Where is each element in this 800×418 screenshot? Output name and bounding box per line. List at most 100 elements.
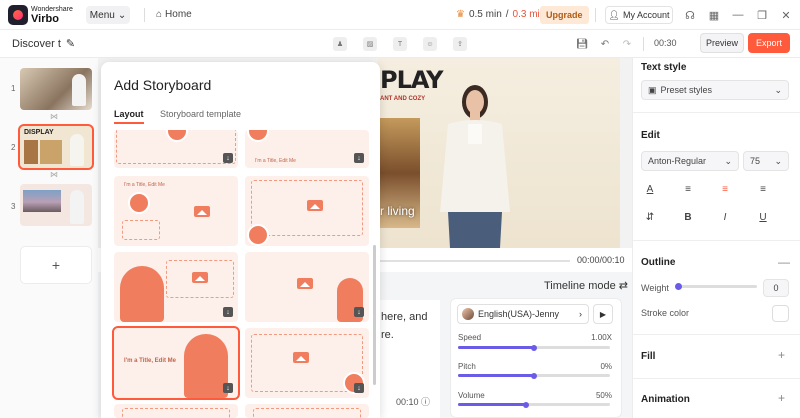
align-center-icon[interactable]: ≡ bbox=[718, 182, 732, 196]
voice-play-button[interactable]: ▶ bbox=[593, 304, 613, 324]
layout-card[interactable]: ↓ bbox=[114, 252, 238, 322]
avatar-tool-icon[interactable]: ♟ bbox=[333, 37, 347, 51]
pitch-label: Pitch bbox=[458, 362, 476, 371]
download-icon[interactable]: ↓ bbox=[354, 383, 364, 393]
script-text[interactable]: here, and re. bbox=[381, 308, 427, 344]
font-size-dropdown[interactable]: 75 ⌄ bbox=[743, 151, 789, 171]
card-title-text: I'm a Title, Edit Me bbox=[124, 182, 165, 188]
close-icon[interactable]: ✕ bbox=[779, 8, 793, 22]
download-icon[interactable]: ↓ bbox=[354, 153, 364, 163]
menu-button[interactable]: Menu ⌄ bbox=[86, 6, 130, 24]
layout-card[interactable] bbox=[245, 176, 369, 246]
quota-separator: / bbox=[505, 9, 509, 20]
help-icon[interactable]: ⓘ bbox=[421, 397, 430, 407]
fill-heading: Fill bbox=[641, 351, 656, 362]
scene-list bbox=[0, 58, 98, 418]
minimize-icon[interactable]: — bbox=[731, 8, 745, 22]
document-title-text: Discover t bbox=[12, 37, 61, 50]
weight-input[interactable]: 0 bbox=[763, 279, 789, 297]
quota-used: 0.5 min bbox=[468, 9, 502, 20]
voice-selector[interactable]: English(USA)-Jenny › bbox=[457, 304, 589, 324]
tab-layout[interactable]: Layout bbox=[114, 109, 144, 119]
layout-card[interactable] bbox=[245, 404, 369, 418]
divider bbox=[632, 112, 800, 113]
speed-label: Speed bbox=[458, 333, 482, 342]
upload-tool-icon[interactable]: ⇪ bbox=[453, 37, 467, 51]
bold-icon[interactable]: B bbox=[681, 210, 695, 224]
transition-icon[interactable]: ⋈ bbox=[50, 170, 58, 179]
weight-knob[interactable] bbox=[675, 283, 682, 290]
download-icon[interactable]: ↓ bbox=[354, 307, 364, 317]
weight-value: 0 bbox=[773, 283, 779, 293]
collapse-icon[interactable]: — bbox=[778, 255, 790, 269]
restore-icon[interactable]: ❐ bbox=[755, 8, 769, 22]
volume-knob[interactable] bbox=[523, 401, 530, 408]
script-duration: 00:10 ⓘ bbox=[396, 395, 430, 408]
playback-progress[interactable] bbox=[380, 260, 570, 262]
brand-name: Virbo bbox=[31, 13, 59, 25]
undo-icon[interactable]: ↶ bbox=[598, 37, 612, 51]
expand-plus-icon[interactable]: + bbox=[778, 348, 785, 362]
layout-card[interactable]: ↓ bbox=[114, 130, 238, 168]
font-family-dropdown[interactable]: Anton-Regular ⌄ bbox=[641, 151, 739, 171]
redo-icon[interactable]: ↷ bbox=[620, 37, 634, 51]
pitch-knob[interactable] bbox=[531, 372, 537, 379]
speed-knob[interactable] bbox=[531, 344, 537, 351]
save-icon[interactable]: 💾︎ bbox=[575, 37, 589, 51]
line-spacing-icon[interactable]: ⇵ bbox=[643, 210, 657, 224]
preset-styles-dropdown[interactable]: ▣ Preset styles ⌄ bbox=[641, 80, 789, 100]
headset-icon[interactable]: ☊ bbox=[683, 8, 697, 22]
sticker-tool-icon[interactable]: ☺ bbox=[423, 37, 437, 51]
my-account-button[interactable]: 👤︎ My Account bbox=[605, 6, 673, 24]
divider bbox=[643, 37, 644, 51]
scene-thumbnail-1[interactable] bbox=[20, 68, 92, 110]
download-icon[interactable]: ↓ bbox=[223, 153, 233, 163]
document-title[interactable]: Discover t ✎ bbox=[12, 37, 75, 51]
italic-icon[interactable]: I bbox=[718, 210, 732, 224]
active-tab-indicator bbox=[114, 122, 144, 124]
scene-thumbnail-2[interactable]: DISPLAY bbox=[18, 124, 94, 170]
stage-caption[interactable]: r living bbox=[380, 204, 415, 218]
upgrade-button[interactable]: Upgrade bbox=[540, 6, 589, 24]
chevron-down-icon: ⌄ bbox=[724, 155, 732, 166]
underline-icon[interactable]: U bbox=[756, 210, 770, 224]
edit-icon[interactable]: ✎ bbox=[66, 37, 75, 50]
stroke-color-label: Stroke color bbox=[641, 308, 690, 318]
download-icon[interactable]: ↓ bbox=[223, 307, 233, 317]
pitch-slider[interactable] bbox=[458, 372, 610, 379]
add-scene-button[interactable]: + bbox=[20, 246, 92, 284]
align-right-icon[interactable]: ≡ bbox=[756, 182, 770, 196]
chevron-down-icon: ⌄ bbox=[774, 155, 782, 166]
dialog-scrollbar[interactable] bbox=[373, 245, 376, 385]
font-color-icon[interactable]: A bbox=[643, 182, 657, 196]
weight-label: Weight bbox=[641, 283, 669, 293]
align-left-icon[interactable]: ≡ bbox=[681, 182, 695, 196]
transition-icon[interactable]: ⋈ bbox=[50, 112, 58, 121]
export-button[interactable]: Export bbox=[748, 33, 790, 53]
weight-slider[interactable] bbox=[677, 285, 757, 288]
layout-card[interactable] bbox=[114, 404, 238, 418]
text-tool-icon[interactable]: T bbox=[393, 37, 407, 51]
expand-plus-icon[interactable]: + bbox=[778, 391, 785, 405]
layout-card-selected[interactable]: I'm a Title, Edit Me ↓ bbox=[112, 326, 240, 400]
layout-card[interactable]: I'm a Title, Edit Me bbox=[114, 176, 238, 246]
background-tool-icon[interactable]: ▨ bbox=[363, 37, 377, 51]
layout-card[interactable]: I'm a Title, Edit Me ↓ bbox=[245, 130, 369, 168]
tab-storyboard-template[interactable]: Storyboard template bbox=[160, 109, 241, 119]
scene-thumbnail-3[interactable] bbox=[20, 184, 92, 226]
stage-subline[interactable]: ANT AND COZY bbox=[380, 96, 425, 102]
preview-button[interactable]: Preview bbox=[700, 33, 744, 53]
timeline-mode-toggle[interactable]: Timeline mode ⇄ bbox=[544, 279, 628, 292]
avatar-presenter[interactable] bbox=[430, 72, 520, 248]
home-link[interactable]: ⌂ Home bbox=[156, 9, 192, 20]
pitch-fill bbox=[458, 374, 534, 377]
layout-card[interactable]: ↓ bbox=[245, 252, 369, 322]
volume-slider[interactable] bbox=[458, 401, 610, 408]
stroke-color-swatch[interactable] bbox=[772, 305, 789, 322]
virbo-logo-icon bbox=[8, 5, 28, 25]
speed-slider[interactable] bbox=[458, 344, 610, 351]
layout-card[interactable]: ↓ bbox=[245, 328, 369, 398]
grid-icon[interactable]: ▦ bbox=[707, 8, 721, 22]
divider bbox=[632, 240, 800, 241]
download-icon[interactable]: ↓ bbox=[223, 383, 233, 393]
